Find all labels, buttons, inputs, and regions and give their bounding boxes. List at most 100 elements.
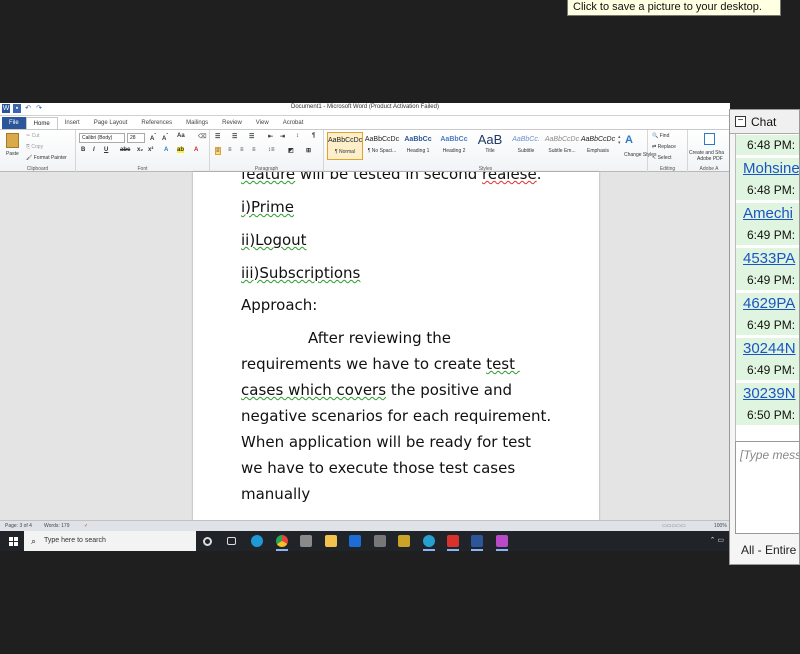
page-count[interactable]: Page: 3 of 4	[5, 523, 32, 529]
chat-message: Amechi 6:49 PM:	[736, 203, 799, 245]
style-name: Title	[485, 148, 495, 154]
style-title[interactable]: AaB Title	[472, 132, 508, 160]
view-buttons-icon[interactable]: ▭▭▭▭▭	[662, 523, 686, 529]
word-count[interactable]: Words: 179	[44, 523, 69, 529]
style-heading-2[interactable]: AaBbCc Heading 2	[436, 132, 472, 160]
strikethrough-button[interactable]: abc	[120, 147, 130, 153]
app-red-icon[interactable]	[447, 535, 459, 551]
show-marks-button[interactable]: ¶	[312, 133, 315, 139]
style-name: Heading 2	[442, 148, 466, 154]
cut-button[interactable]: ✂ Cut	[26, 133, 39, 139]
app-pink-icon[interactable]	[496, 535, 508, 551]
subscript-button[interactable]: x₂	[137, 147, 143, 153]
style-name: Emphasis	[587, 148, 609, 154]
align-right-button[interactable]: ≡	[240, 147, 244, 153]
message-sender[interactable]: Mohsine	[736, 158, 799, 180]
document-page[interactable]: feature will be tested in second realese…	[193, 172, 599, 520]
style-normal[interactable]: AaBbCcDc ¶ Normal	[327, 132, 363, 160]
change-styles-icon[interactable]: A	[625, 134, 633, 146]
tab-page-layout[interactable]: Page Layout	[87, 117, 135, 129]
minimize-icon[interactable]: −	[735, 116, 746, 127]
paste-icon[interactable]	[6, 133, 19, 148]
proofing-icon[interactable]: ✓	[84, 523, 88, 529]
store-icon[interactable]	[300, 535, 312, 547]
copy-button[interactable]: ⎘ Copy	[26, 144, 43, 150]
tab-home[interactable]: Home	[25, 117, 58, 129]
change-case-button[interactable]: Aa	[177, 133, 185, 139]
replace-button[interactable]: ⇄ Replace	[652, 144, 676, 150]
chrome-icon[interactable]	[276, 535, 288, 551]
message-sender[interactable]: Amechi	[736, 203, 799, 225]
chat-message-input[interactable]: [Type mess	[735, 441, 799, 534]
style-heading-1[interactable]: AaBbCc Heading 1	[400, 132, 436, 160]
style-subtle-emphasis[interactable]: AaBbCcDc Subtle Em...	[544, 132, 580, 160]
format-painter-label: Format Painter	[33, 155, 67, 161]
message-sender[interactable]: 30239N	[736, 383, 799, 405]
create-pdf-icon[interactable]	[704, 133, 715, 145]
decrease-indent-button[interactable]: ⇤	[268, 133, 273, 140]
tab-mailings[interactable]: Mailings	[179, 117, 215, 129]
borders-button[interactable]: ⊞	[306, 147, 311, 154]
font-size-select[interactable]: 28	[127, 133, 145, 143]
editing-label: Editing	[659, 166, 676, 172]
adobe-label: Adobe A	[699, 166, 719, 172]
doc-para-line: manually	[241, 485, 311, 503]
paste-button[interactable]: Paste	[6, 151, 19, 157]
task-view-icon[interactable]	[227, 537, 236, 545]
file-explorer-icon[interactable]	[325, 535, 337, 547]
highlight-button[interactable]: ab	[177, 147, 185, 153]
style-emphasis[interactable]: AaBbCcDc Emphasis	[580, 132, 616, 160]
sort-button[interactable]: ↕	[296, 133, 299, 139]
snipping-tool-icon[interactable]	[398, 535, 410, 547]
doc-para-line: cases which covers the positive and	[241, 381, 513, 399]
tab-insert[interactable]: Insert	[58, 117, 87, 129]
tab-view[interactable]: View	[249, 117, 276, 129]
text-effects-button[interactable]: A	[164, 147, 168, 153]
align-left-button[interactable]: ≡	[215, 147, 221, 155]
message-sender[interactable]: 4533PA	[736, 248, 799, 270]
message-time: 6:48 PM:	[747, 183, 796, 197]
message-sender[interactable]: 4629PA	[736, 293, 799, 315]
numbering-button[interactable]: ☰	[232, 133, 237, 140]
chat-message: 30244N 6:49 PM:	[736, 338, 799, 380]
tab-file[interactable]: File	[2, 117, 26, 129]
italic-button[interactable]: I	[93, 147, 95, 153]
multilevel-list-button[interactable]: ☰	[249, 133, 254, 140]
underline-button[interactable]: U	[104, 147, 108, 153]
styles-scroll-icon[interactable]: ▴ ▾	[618, 134, 621, 146]
grow-font-button[interactable]: Aˆ	[150, 133, 156, 142]
select-button[interactable]: ↖ Select	[652, 155, 672, 161]
tab-references[interactable]: References	[134, 117, 179, 129]
style-subtitle[interactable]: AaBbCc. Subtitle	[508, 132, 544, 160]
bold-button[interactable]: B	[81, 147, 85, 153]
status-bar: Page: 3 of 4 Words: 179 ✓ ▭▭▭▭▭ 100%	[0, 520, 730, 531]
mail-icon[interactable]	[349, 535, 361, 547]
style-no-spacing[interactable]: AaBbCcDc ¶ No Spaci...	[364, 132, 400, 160]
find-button[interactable]: 🔍 Find	[652, 133, 669, 139]
tab-review[interactable]: Review	[215, 117, 249, 129]
zoom-level[interactable]: 100%	[714, 523, 727, 529]
format-painter-button[interactable]: 🖌 Format Painter	[26, 155, 67, 161]
align-center-button[interactable]: ≡	[228, 147, 232, 153]
chat-recipient-select[interactable]: All - Entire	[735, 540, 799, 560]
shading-button[interactable]: ◩	[288, 147, 294, 154]
tab-acrobat[interactable]: Acrobat	[276, 117, 311, 129]
taskbar-search-input[interactable]: ⌕ Type here to search	[24, 531, 196, 551]
cortana-icon[interactable]	[203, 537, 212, 546]
font-name-select[interactable]: Calibri (Body)	[79, 133, 125, 143]
increase-indent-button[interactable]: ⇥	[280, 133, 285, 140]
windows-start-icon[interactable]	[9, 537, 18, 546]
line-spacing-button[interactable]: ↕≡	[268, 147, 275, 153]
word-taskbar-icon[interactable]	[471, 535, 483, 551]
edge-icon[interactable]	[251, 535, 263, 547]
justify-button[interactable]: ≡	[252, 147, 256, 153]
shrink-font-button[interactable]: Aˇ	[162, 133, 168, 142]
tray-chevron-icon[interactable]: ⌃ ▭	[710, 536, 724, 544]
media-icon[interactable]	[374, 535, 386, 547]
font-color-button[interactable]: A	[194, 147, 198, 153]
photos-icon[interactable]	[423, 535, 435, 551]
superscript-button[interactable]: x²	[148, 147, 153, 153]
clear-format-icon[interactable]: ⌫	[198, 133, 206, 140]
bullets-button[interactable]: ☰	[215, 133, 220, 140]
message-sender[interactable]: 30244N	[736, 338, 799, 360]
